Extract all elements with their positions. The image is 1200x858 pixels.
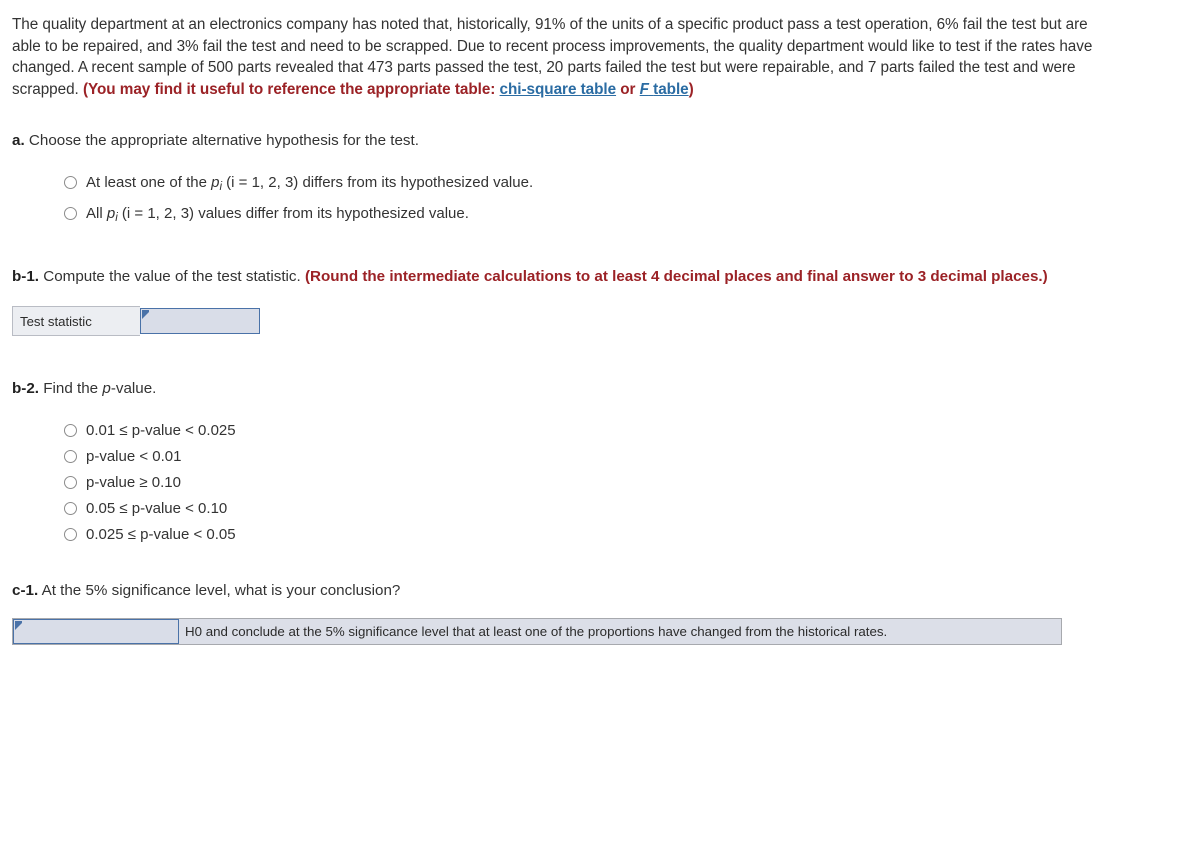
part-b1-rounding-instruction: (Round the intermediate calculations to … (304, 268, 1048, 285)
radio-button-icon[interactable] (64, 207, 77, 220)
part-a-prompt-text: Choose the appropriate alternative hypot… (28, 132, 419, 149)
part-b2-option-0[interactable]: 0.01 ≤ p-value < 0.025 (64, 421, 1200, 440)
part-a-options: At least one of the pi (i = 1, 2, 3) dif… (12, 173, 1200, 228)
radio-button-icon[interactable] (64, 476, 77, 489)
test-statistic-row-label: Test statistic (12, 306, 140, 336)
radio-button-icon[interactable] (64, 450, 77, 463)
part-b2-prompt-pre: Find the (43, 380, 103, 397)
part-c1-label: c-1. (12, 582, 39, 599)
part-b2-prompt-post: -value. (110, 380, 157, 397)
test-statistic-input-cell (140, 307, 260, 336)
part-b2-option-2[interactable]: p-value ≥ 0.10 (64, 473, 1200, 492)
part-a-label: a. (12, 132, 25, 149)
radio-button-icon[interactable] (64, 528, 77, 541)
part-a-option-1-label: All pi (i = 1, 2, 3) values differ from … (86, 205, 469, 224)
conclusion-answer-row: H0 and conclude at the 5% significance l… (12, 618, 1062, 645)
hint-close-text: ) (688, 80, 694, 98)
part-b2-label: b-2. (12, 380, 40, 397)
part-a-option-0-label: At least one of the pi (i = 1, 2, 3) dif… (86, 174, 534, 193)
conclusion-static-text: H0 and conclude at the 5% significance l… (179, 619, 1061, 644)
part-c1-prompt: c-1. At the 5% significance level, what … (12, 580, 1200, 601)
part-c1-prompt-text: At the 5% significance level, what is yo… (41, 582, 401, 599)
radio-button-icon[interactable] (64, 424, 77, 437)
f-table-link-symbol: F (639, 80, 649, 98)
cell-comment-flag-icon (15, 621, 22, 630)
part-b2-options: 0.01 ≤ p-value < 0.025 p-value < 0.01 p-… (12, 421, 1200, 544)
question-page: The quality department at an electronics… (0, 0, 1200, 858)
part-b2-option-1-label: p-value < 0.01 (86, 448, 182, 465)
p-symbol: p (102, 380, 111, 397)
part-b2-option-2-label: p-value ≥ 0.10 (86, 474, 181, 491)
part-b2-option-1[interactable]: p-value < 0.01 (64, 447, 1200, 466)
part-b2-option-3-label: 0.05 ≤ p-value < 0.10 (86, 500, 228, 517)
test-statistic-input[interactable] (140, 308, 260, 334)
part-b1-prompt-text: Compute the value of the test statistic. (43, 268, 301, 285)
radio-button-icon[interactable] (64, 502, 77, 515)
table-row: Test statistic (12, 306, 260, 336)
cell-comment-flag-icon (142, 310, 149, 319)
part-a-prompt: a. Choose the appropriate alternative hy… (12, 130, 1200, 151)
hint-open-text: (You may find it useful to reference the… (82, 80, 496, 98)
part-b2-option-0-label: 0.01 ≤ p-value < 0.025 (86, 422, 236, 439)
part-b2-option-3[interactable]: 0.05 ≤ p-value < 0.10 (64, 499, 1200, 518)
part-a-option-1[interactable]: All pi (i = 1, 2, 3) values differ from … (64, 204, 1200, 228)
part-a-option-1-tail: (i = 1, 2, 3) values differ from its hyp… (117, 205, 469, 222)
p-symbol: p (106, 205, 116, 222)
part-b2-option-4[interactable]: 0.025 ≤ p-value < 0.05 (64, 525, 1200, 544)
chi-square-table-link[interactable]: chi-square table (500, 81, 617, 98)
test-statistic-answer-table: Test statistic (12, 306, 260, 336)
radio-button-icon[interactable] (64, 176, 77, 189)
f-table-link[interactable]: F table (640, 81, 689, 98)
part-b1-prompt: b-1. Compute the value of the test stati… (12, 266, 1112, 287)
part-a-option-0-tail: (i = 1, 2, 3) differs from its hypothesi… (222, 174, 534, 191)
part-a-option-0[interactable]: At least one of the pi (i = 1, 2, 3) dif… (64, 173, 1200, 197)
part-b1-label: b-1. (12, 268, 40, 285)
part-b2-option-4-label: 0.025 ≤ p-value < 0.05 (86, 526, 236, 543)
conclusion-select[interactable] (13, 619, 179, 644)
part-b2-prompt: b-2. Find the p-value. (12, 378, 1200, 399)
problem-statement: The quality department at an electronics… (12, 14, 1102, 100)
f-table-link-word: table (653, 80, 689, 98)
hint-or-text: or (620, 80, 636, 98)
